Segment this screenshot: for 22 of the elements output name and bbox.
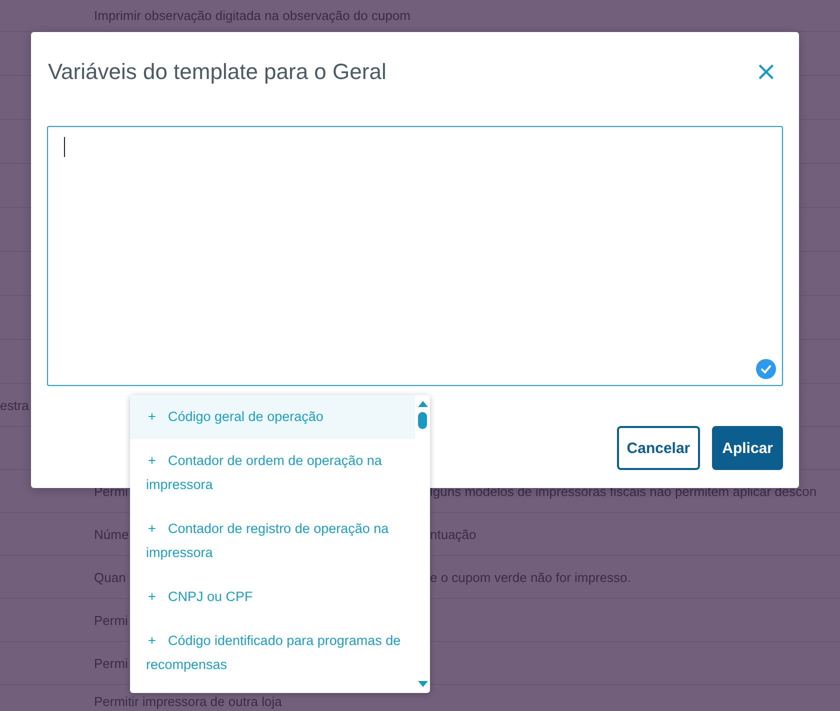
cancel-button[interactable]: Cancelar [616, 426, 700, 470]
setting-label: Permitir impressora de outra loja [94, 694, 282, 709]
setting-description: e o cupom verde não for impresso. [430, 570, 631, 584]
setting-label: Permi [94, 656, 128, 670]
scrollbar-thumb[interactable] [418, 412, 427, 429]
setting-label: Permi [94, 612, 128, 628]
scroll-down-icon[interactable] [418, 681, 428, 687]
close-button[interactable]: × [749, 59, 783, 85]
suggestion-item[interactable]: + CNPJ ou CPF [130, 575, 415, 619]
setting-label: Imprimir observação digitada na observação do cupom [94, 8, 411, 23]
dialog-title: Variáveis do template para o Geral [48, 59, 386, 85]
scroll-up-icon[interactable] [418, 401, 428, 407]
suggestion-item[interactable]: + Contador de ordem de operação na impressora [130, 439, 415, 507]
setting-label: estra [0, 398, 29, 412]
suggestion-item[interactable]: + Código identificado para programas de recompensas [130, 619, 415, 687]
setting-label: Núme [94, 526, 129, 542]
text-cursor [64, 137, 65, 157]
setting-description: ntuação [430, 526, 476, 542]
setting-label: Quan [94, 570, 126, 584]
apply-button[interactable]: Aplicar [712, 426, 783, 470]
suggestion-item[interactable]: + Contador de registro de operação na impressora [130, 507, 415, 575]
suggestion-item[interactable]: + Código geral de operação [130, 395, 415, 439]
